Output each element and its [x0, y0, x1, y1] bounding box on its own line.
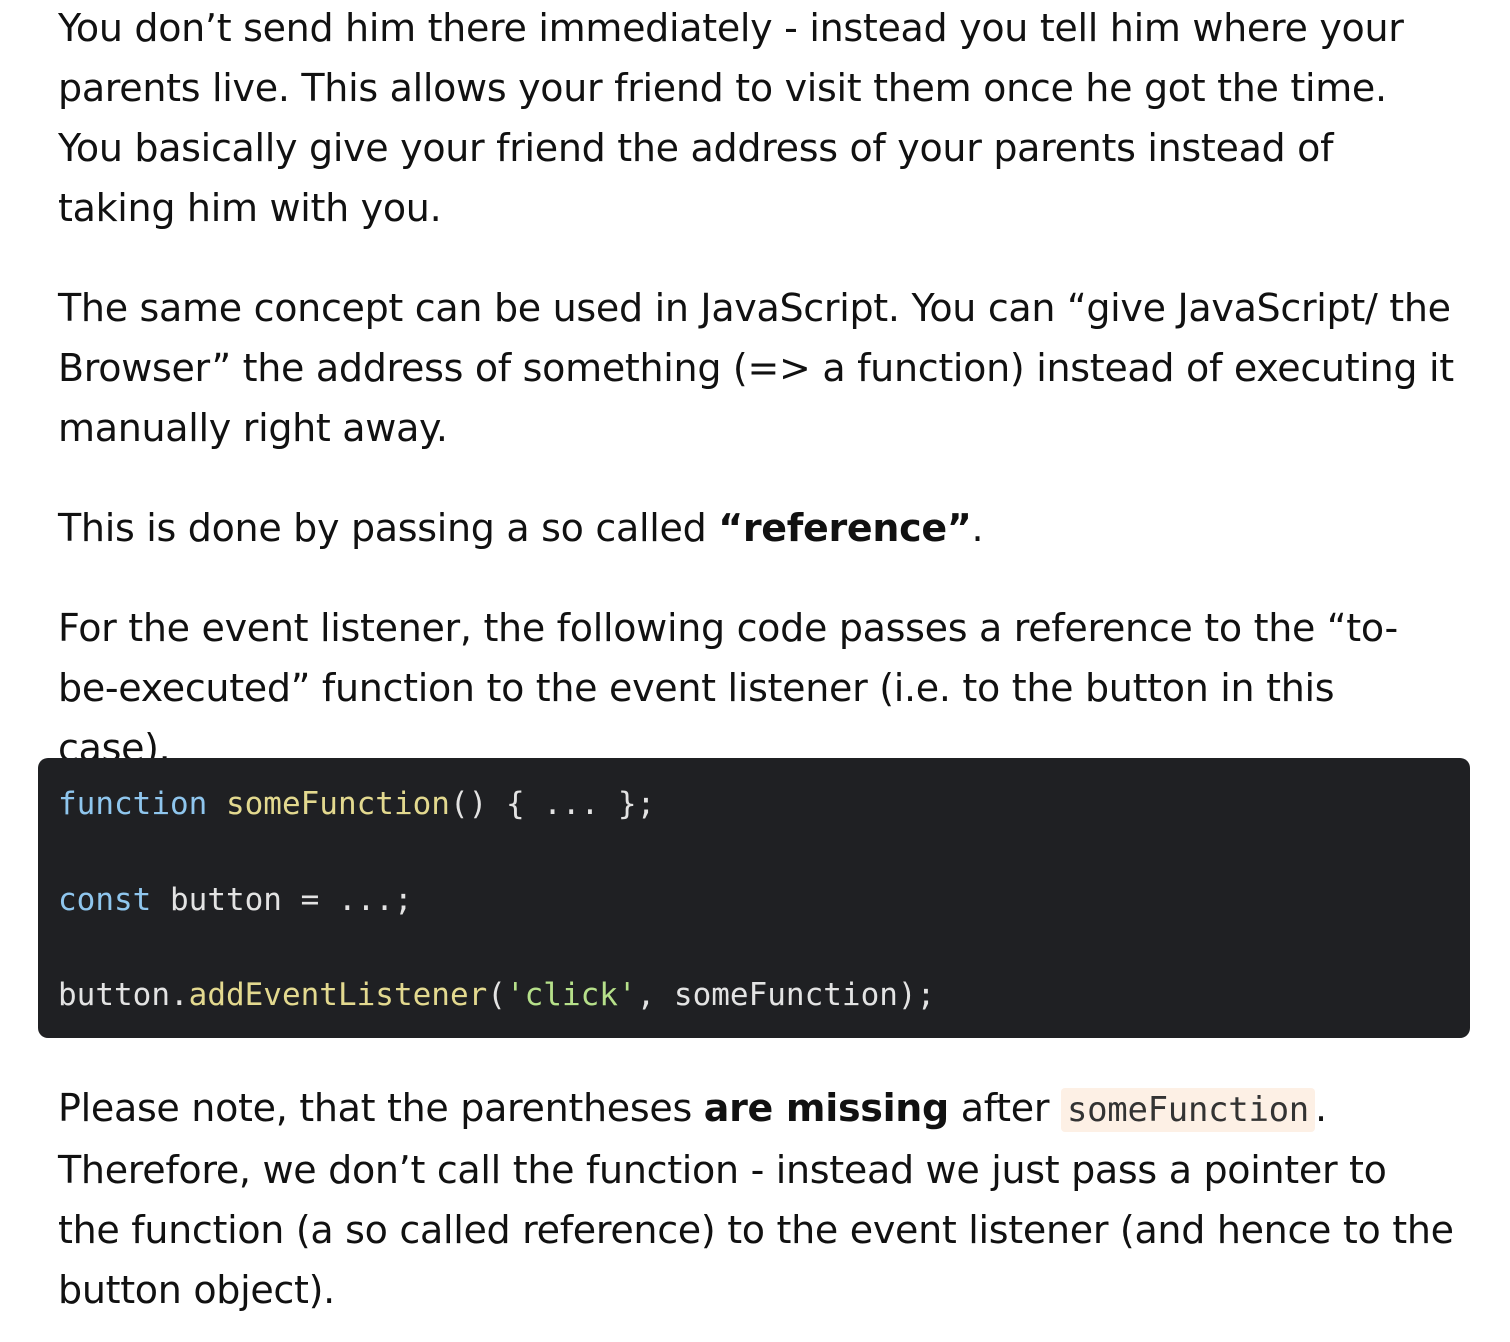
code-string: 'click' [505, 977, 637, 1013]
code-block: function someFunction() { ... }; const b… [38, 758, 1470, 1038]
paragraph-reference-definition: This is done by passing a so called “ref… [58, 498, 1458, 558]
inline-code-somefunction: someFunction [1060, 1088, 1315, 1132]
code-function-name: someFunction [225, 786, 450, 822]
code-line-3: button.addEventListener('click', someFun… [58, 975, 935, 1015]
paragraph-text: The same concept can be used in JavaScri… [58, 286, 1454, 450]
paragraph-text: This is done by passing a so called [58, 506, 719, 550]
code-keyword: function [58, 786, 208, 822]
paragraph-text: You don’t send him there immediately - i… [58, 6, 1404, 230]
code-line-2: const button = ...; [58, 880, 413, 920]
bold-are-missing: are missing [703, 1086, 950, 1130]
paragraph-text: after [948, 1086, 1061, 1130]
code-line-1: function someFunction() { ... }; [58, 784, 655, 824]
code-keyword: const [58, 882, 152, 918]
paragraph-parentheses-note: Please note, that the parentheses are mi… [58, 1078, 1458, 1320]
paragraph-text: Please note, that the parentheses [58, 1086, 704, 1130]
code-paren: ( [487, 977, 506, 1013]
code-text: , someFunction); [636, 977, 936, 1013]
code-method-name: addEventListener [188, 977, 488, 1013]
paragraph-address-analogy: You don’t send him there immediately - i… [58, 0, 1458, 238]
code-object: button. [58, 977, 189, 1013]
paragraph-text: . [971, 506, 984, 550]
paragraph-event-listener: For the event listener, the following co… [58, 598, 1458, 778]
paragraph-javascript-concept: The same concept can be used in JavaScri… [58, 278, 1458, 458]
bold-reference: “reference” [718, 506, 972, 550]
code-text: button = ...; [151, 882, 413, 918]
article-content: You don’t send him there immediately - i… [0, 0, 1510, 1342]
paragraph-text: For the event listener, the following co… [58, 606, 1398, 770]
code-text: () { ... }; [449, 786, 656, 822]
